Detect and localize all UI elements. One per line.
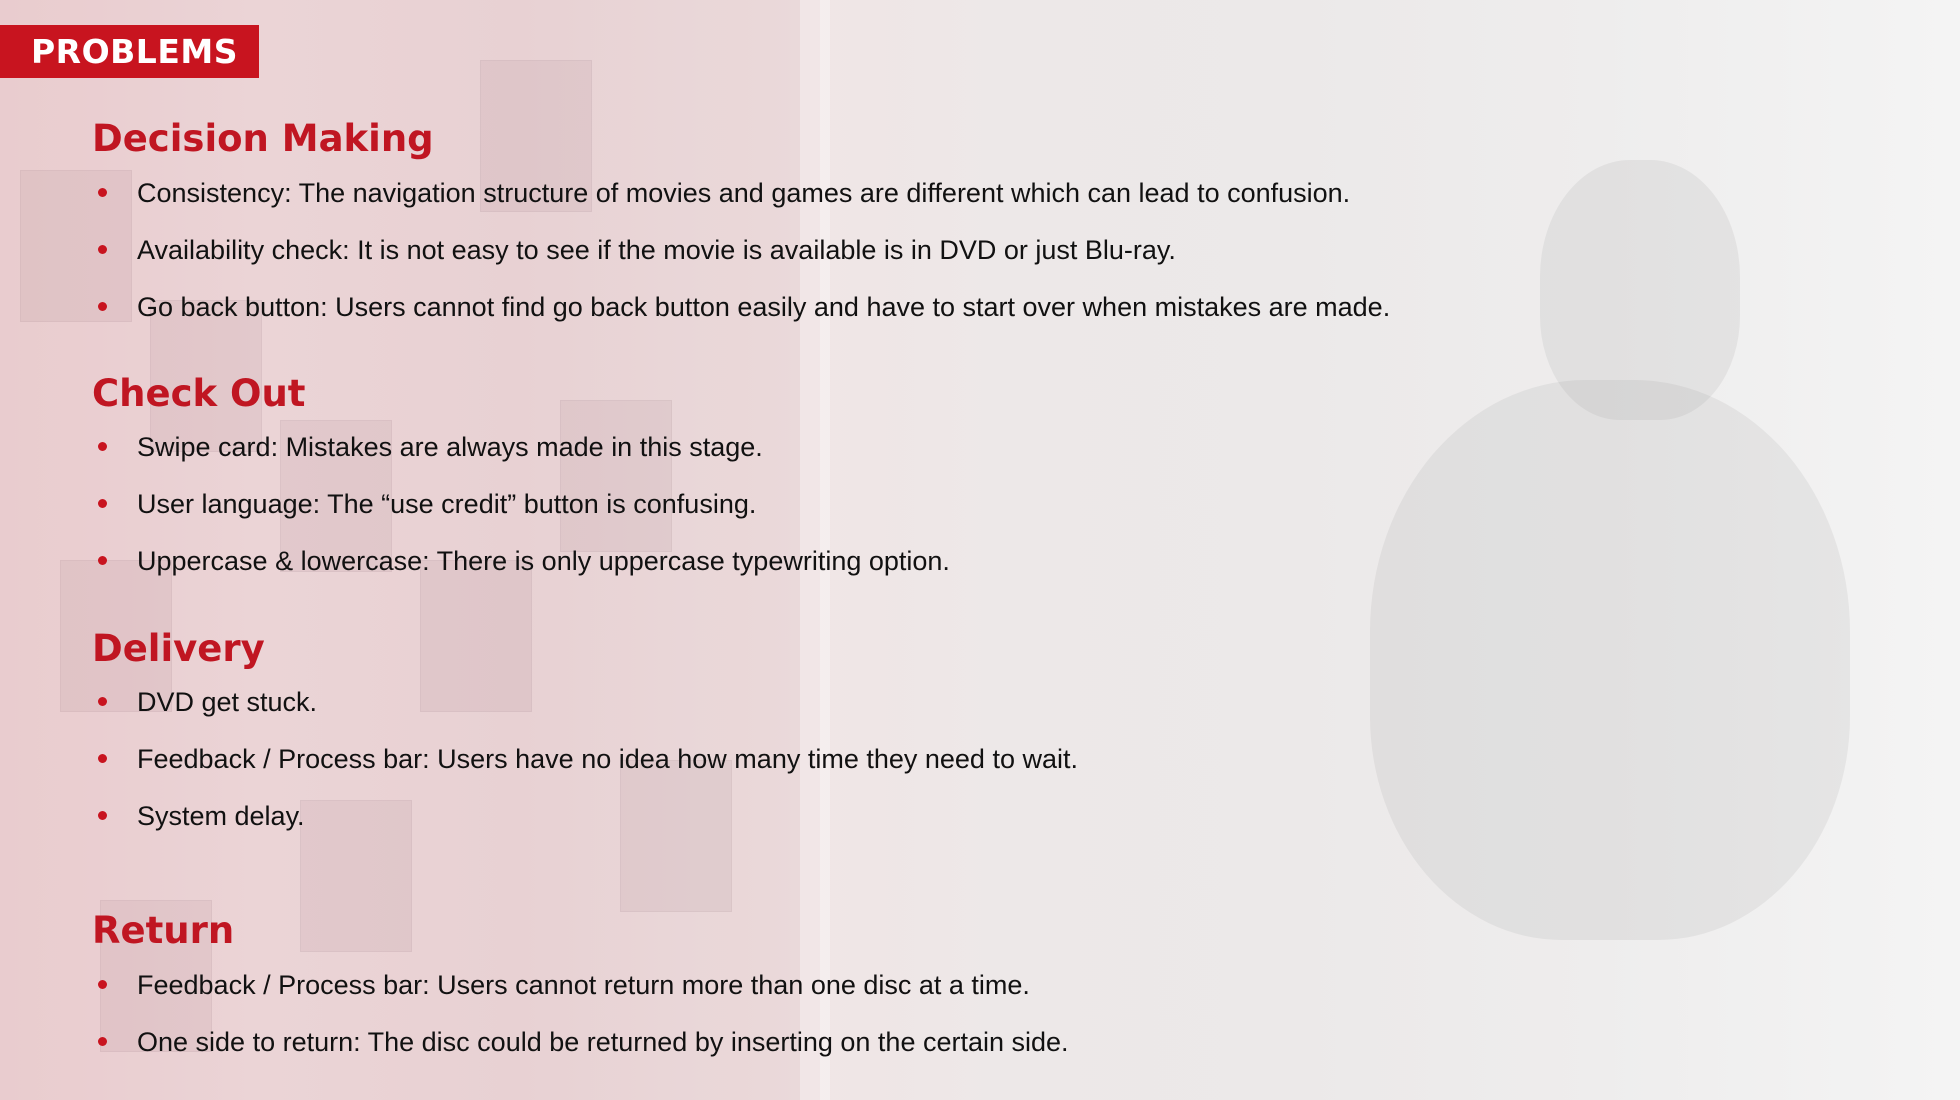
list-item: Consistency: The navigation structure of… <box>92 178 1390 235</box>
bullet-icon <box>98 499 107 508</box>
list-item: Feedback / Process bar: Users cannot ret… <box>92 970 1069 1027</box>
list-item-text: Swipe card: Mistakes are always made in … <box>137 432 763 462</box>
list-item: System delay. <box>92 801 1078 858</box>
list-item: Go back button: Users cannot find go bac… <box>92 292 1390 349</box>
slide-title: PROBLEMS <box>31 32 238 71</box>
bullet-icon <box>98 188 107 197</box>
bullet-icon <box>98 980 107 989</box>
list-item: Availability check: It is not easy to se… <box>92 235 1390 292</box>
list-item: Feedback / Process bar: Users have no id… <box>92 744 1078 801</box>
list-item: One side to return: The disc could be re… <box>92 1027 1069 1084</box>
bullet-icon <box>98 302 107 311</box>
list-item-text: User language: The “use credit” button i… <box>137 489 757 519</box>
section-heading-check-out: Check Out <box>92 372 306 415</box>
bullet-icon <box>98 697 107 706</box>
list-item-text: Uppercase & lowercase: There is only upp… <box>137 546 950 576</box>
bullet-icon <box>98 754 107 763</box>
check-out-list: Swipe card: Mistakes are always made in … <box>92 432 950 603</box>
list-item-text: Feedback / Process bar: Users have no id… <box>137 744 1078 774</box>
delivery-list: DVD get stuck. Feedback / Process bar: U… <box>92 687 1078 858</box>
list-item-text: Consistency: The navigation structure of… <box>137 178 1351 208</box>
bullet-icon <box>98 811 107 820</box>
list-item-text: Feedback / Process bar: Users cannot ret… <box>137 970 1030 1000</box>
decision-making-list: Consistency: The navigation structure of… <box>92 178 1390 349</box>
list-item-text: System delay. <box>137 801 305 831</box>
slide: PROBLEMS Decision Making Consistency: Th… <box>0 0 1960 1100</box>
list-item: User language: The “use credit” button i… <box>92 489 950 546</box>
bullet-icon <box>98 245 107 254</box>
list-item: DVD get stuck. <box>92 687 1078 744</box>
title-badge: PROBLEMS <box>0 25 259 78</box>
return-list: Feedback / Process bar: Users cannot ret… <box>92 970 1069 1084</box>
section-heading-return: Return <box>92 909 235 952</box>
bullet-icon <box>98 1037 107 1046</box>
list-item: Swipe card: Mistakes are always made in … <box>92 432 950 489</box>
list-item-text: Availability check: It is not easy to se… <box>137 235 1176 265</box>
section-heading-decision-making: Decision Making <box>92 117 434 160</box>
list-item-text: DVD get stuck. <box>137 687 318 717</box>
list-item-text: One side to return: The disc could be re… <box>137 1027 1069 1057</box>
list-item-text: Go back button: Users cannot find go bac… <box>137 292 1391 322</box>
bullet-icon <box>98 556 107 565</box>
section-heading-delivery: Delivery <box>92 627 265 670</box>
list-item: Uppercase & lowercase: There is only upp… <box>92 546 950 603</box>
bullet-icon <box>98 442 107 451</box>
